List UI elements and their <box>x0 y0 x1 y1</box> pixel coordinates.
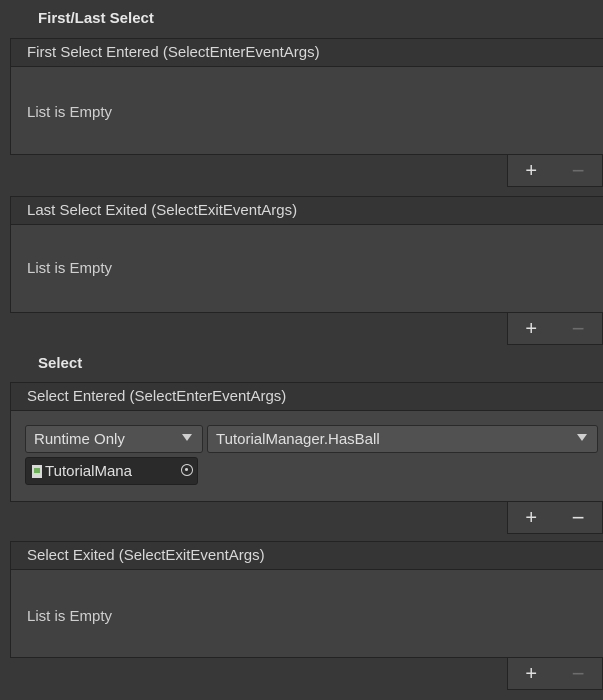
remove-button[interactable]: − <box>572 159 585 181</box>
event-list-body: List is Empty <box>10 225 603 313</box>
script-icon <box>32 464 42 478</box>
event-header[interactable]: Last Select Exited (SelectExitEventArgs) <box>10 196 603 225</box>
call-state-value: Runtime Only <box>34 430 125 448</box>
function-value: TutorialManager.HasBall <box>216 430 380 448</box>
add-button[interactable]: + <box>525 664 537 684</box>
list-footer: + − <box>507 502 603 534</box>
event-header[interactable]: First Select Entered (SelectEnterEventAr… <box>10 38 603 67</box>
event-header[interactable]: Select Entered (SelectEnterEventArgs) <box>10 382 603 411</box>
target-object-field[interactable]: TutorialMana <box>25 457 198 485</box>
list-footer: + − <box>507 313 603 345</box>
chevron-down-icon <box>182 434 192 441</box>
event-list-body: Runtime Only TutorialManager.HasBall Tut… <box>10 411 603 502</box>
event-header[interactable]: Select Exited (SelectExitEventArgs) <box>10 541 603 570</box>
add-button[interactable]: + <box>525 319 537 339</box>
section-title-first-last-select: First/Last Select <box>38 10 154 27</box>
list-footer: + − <box>507 658 603 690</box>
list-footer: + − <box>507 155 603 187</box>
event-list-body: List is Empty <box>10 67 603 155</box>
section-title-select: Select <box>38 355 83 372</box>
event-list-body: List is Empty <box>10 570 603 658</box>
empty-list-label: List is Empty <box>27 260 113 277</box>
chevron-down-icon <box>577 434 587 441</box>
target-object-value: TutorialMana <box>45 462 132 480</box>
call-state-dropdown[interactable]: Runtime Only <box>25 425 203 453</box>
remove-button[interactable]: − <box>572 506 585 528</box>
add-button[interactable]: + <box>525 161 537 181</box>
remove-button[interactable]: − <box>572 317 585 339</box>
add-button[interactable]: + <box>525 508 537 528</box>
object-picker-icon[interactable] <box>181 464 193 476</box>
remove-button[interactable]: − <box>572 662 585 684</box>
empty-list-label: List is Empty <box>27 608 113 625</box>
function-dropdown[interactable]: TutorialManager.HasBall <box>207 425 598 453</box>
empty-list-label: List is Empty <box>27 104 113 121</box>
